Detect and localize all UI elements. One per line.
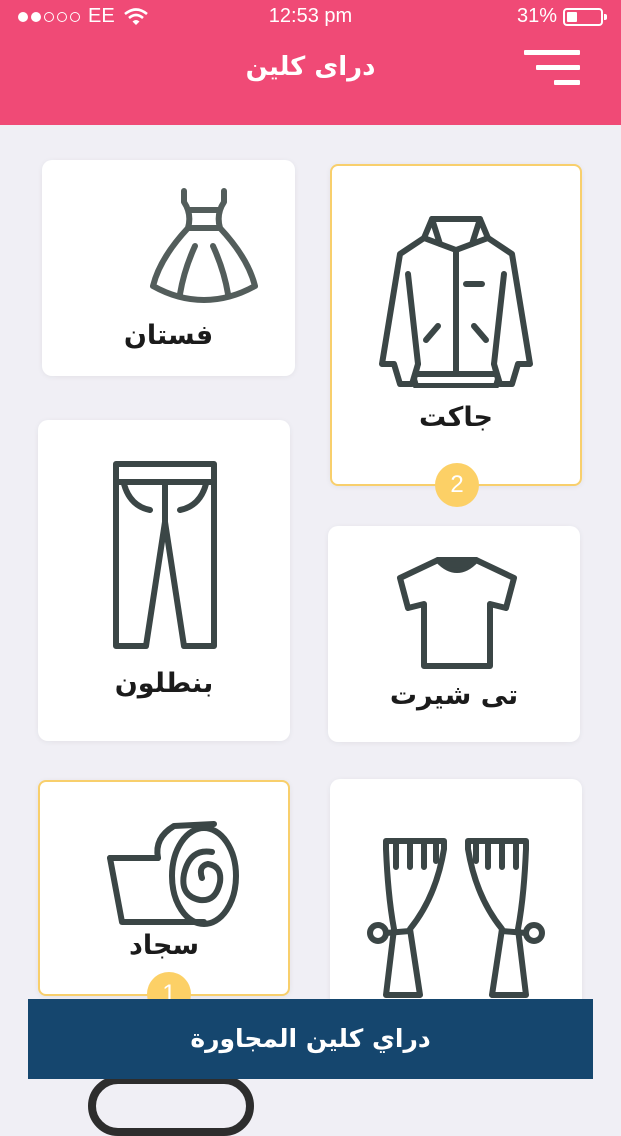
jacket-icon	[379, 216, 533, 388]
status-right: 31%	[516, 5, 607, 28]
item-card-curtains[interactable]	[330, 779, 582, 1019]
item-card-carpet[interactable]: سجاد	[38, 780, 290, 996]
status-bar: EE 12:53 pm 31%	[0, 0, 621, 34]
pants-icon	[113, 461, 217, 649]
item-card-jacket[interactable]: جاكت	[330, 164, 582, 486]
carpet-roll-icon	[107, 821, 239, 927]
nearby-drycleaners-button[interactable]: دراي كلين المجاورة	[28, 999, 593, 1079]
item-label-carpet: سجاد	[128, 930, 199, 961]
tshirt-icon	[397, 557, 517, 669]
dress-icon	[150, 188, 258, 303]
count-badge-jacket: 2	[435, 463, 479, 507]
app-header: EE 12:53 pm 31% دراى كلين	[0, 0, 621, 125]
item-card-pants[interactable]: بنطلون	[38, 420, 290, 741]
item-card-dress[interactable]: فستان	[42, 160, 295, 376]
partial-item-icon	[88, 1076, 254, 1136]
curtains-icon	[367, 838, 545, 998]
hamburger-menu-icon[interactable]	[524, 50, 580, 90]
battery-percent: 31%	[516, 5, 557, 27]
item-label-pants: بنطلون	[114, 668, 214, 699]
item-label-dress: فستان	[123, 320, 214, 351]
item-card-tshirt[interactable]: تى شيرت	[328, 526, 580, 742]
item-label-tshirt: تى شيرت	[389, 680, 519, 711]
battery-icon	[563, 7, 607, 26]
item-label-jacket: جاكت	[419, 402, 493, 433]
